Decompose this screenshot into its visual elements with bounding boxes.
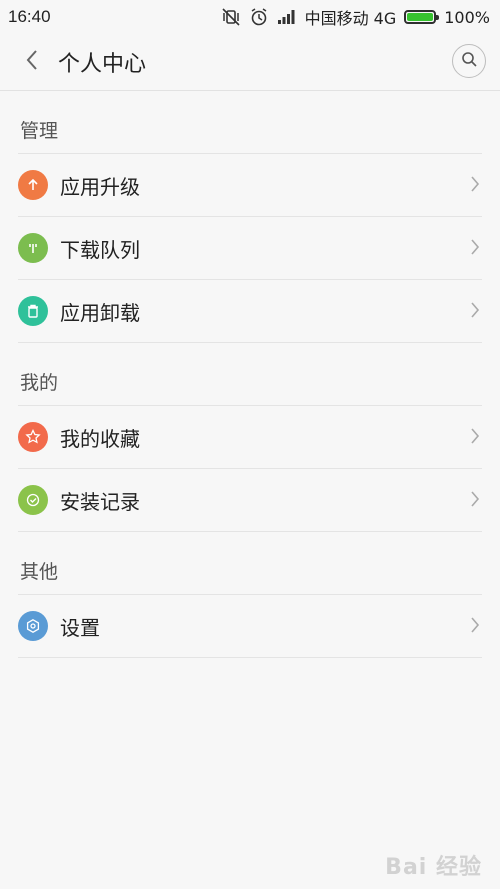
back-button[interactable]: [12, 42, 52, 82]
chevron-right-icon: [470, 616, 480, 638]
check-circle-icon: [18, 485, 48, 515]
gear-icon: [18, 611, 48, 641]
list-item-label: 应用升级: [60, 174, 140, 199]
battery-icon: [404, 10, 440, 24]
section-list-mine: 我的收藏 安装记录: [18, 405, 482, 532]
status-icons: 中国移动 4G 100%: [221, 5, 490, 29]
star-icon: [18, 422, 48, 452]
section-title-other: 其他: [20, 561, 59, 583]
battery-percent: 100%: [444, 7, 490, 27]
section-title-manage: 管理: [20, 120, 59, 142]
vibrate-off-icon: [221, 8, 241, 26]
arrow-up-icon: [18, 170, 48, 200]
list-item-label: 设置: [60, 615, 100, 640]
status-time: 16:40: [8, 7, 51, 26]
list-item-app-upgrade[interactable]: 应用升级: [18, 153, 482, 216]
chevron-left-icon: [25, 49, 39, 75]
page-title: 个人中心: [58, 52, 147, 77]
watermark: Bai 经验: [385, 855, 482, 880]
list-item-install-history[interactable]: 安装记录: [18, 468, 482, 532]
section-list-other: 设置: [18, 594, 482, 658]
list-item-label: 应用卸载: [60, 300, 140, 325]
alarm-icon: [249, 8, 269, 26]
status-bar: 16:40 中国移动 4G 100%: [0, 0, 500, 34]
section-list-manage: 应用升级 下载队列 应用卸载: [18, 153, 482, 343]
section-title-mine: 我的: [20, 372, 59, 394]
list-item-label: 我的收藏: [60, 426, 140, 451]
search-button[interactable]: [452, 44, 486, 78]
list-item-label: 下载队列: [60, 237, 140, 262]
signal-icon: [277, 9, 297, 25]
list-item-settings[interactable]: 设置: [18, 594, 482, 658]
list-item-favorites[interactable]: 我的收藏: [18, 405, 482, 468]
download-queue-icon: [18, 233, 48, 263]
carrier-label: 中国移动 4G: [304, 9, 397, 28]
trash-icon: [18, 296, 48, 326]
list-item-app-uninstall[interactable]: 应用卸载: [18, 279, 482, 343]
chevron-right-icon: [470, 301, 480, 323]
chevron-right-icon: [470, 490, 480, 512]
chevron-right-icon: [470, 427, 480, 449]
app-header: 个人中心: [0, 34, 500, 91]
chevron-right-icon: [470, 175, 480, 197]
list-item-label: 安装记录: [60, 489, 140, 514]
search-icon: [461, 51, 477, 71]
chevron-right-icon: [470, 238, 480, 260]
list-item-download-queue[interactable]: 下载队列: [18, 216, 482, 279]
